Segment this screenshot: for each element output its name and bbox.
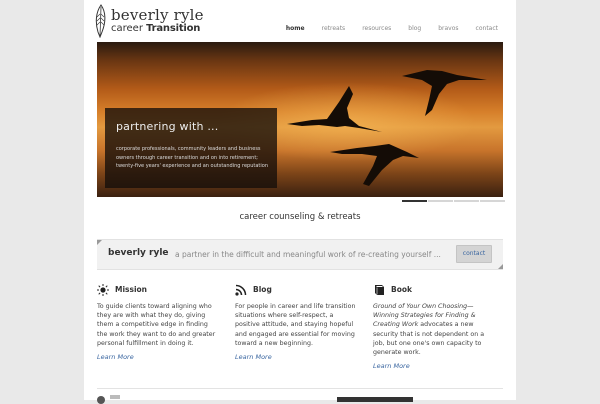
blog-text: For people in career and life transition… <box>235 303 356 347</box>
hero-caption: partnering with ... corporate profession… <box>105 108 277 188</box>
mission-learn-more-link[interactable]: Learn More <box>97 353 219 361</box>
partial-icon <box>97 396 105 404</box>
callout-message: a partner in the difficult and meaningfu… <box>175 250 441 259</box>
callout-bar: beverly ryle a partner in the difficult … <box>97 239 503 270</box>
rss-icon <box>235 284 247 296</box>
brand-name: beverly ryle <box>111 6 204 24</box>
book-column: Book Ground of Your Own Choosing—Winning… <box>373 283 495 370</box>
mission-column: Mission To guide clients toward aligning… <box>97 283 219 361</box>
slide-indicator-2[interactable] <box>428 200 453 202</box>
nav-blog[interactable]: blog <box>408 25 421 32</box>
partial-heading <box>110 395 120 399</box>
book-learn-more-link[interactable]: Learn More <box>373 362 495 370</box>
page: beverly ryle career Transition home retr… <box>84 0 516 404</box>
contact-button[interactable]: contact <box>456 245 492 263</box>
mission-text: To guide clients toward aligning who the… <box>97 303 216 347</box>
blog-learn-more-link[interactable]: Learn More <box>235 353 357 361</box>
slide-indicator-1[interactable] <box>402 200 427 202</box>
blog-column: Blog For people in career and life trans… <box>235 283 357 361</box>
callout-name: beverly ryle <box>108 248 169 258</box>
nav-contact[interactable]: contact <box>476 25 498 32</box>
blog-title: Blog <box>253 285 272 294</box>
mission-title: Mission <box>115 285 148 294</box>
hero-heading: partnering with ... <box>116 120 219 133</box>
corner-fold <box>498 264 503 269</box>
feather-icon <box>95 4 106 38</box>
book-title: Book <box>391 285 413 294</box>
logo[interactable]: beverly ryle career Transition <box>94 4 204 38</box>
nav-resources[interactable]: resources <box>362 25 391 32</box>
slide-indicator-3[interactable] <box>454 200 479 202</box>
slider-pager <box>402 200 506 202</box>
nav-bravos[interactable]: bravos <box>438 25 458 32</box>
corner-fold <box>97 240 102 245</box>
slide-indicator-4[interactable] <box>480 200 505 202</box>
brand-subtitle: career Transition <box>111 23 201 34</box>
book-icon <box>375 284 384 295</box>
nav-home[interactable]: home <box>286 25 305 32</box>
sun-icon <box>97 283 109 296</box>
divider <box>97 388 503 389</box>
hero-slider[interactable]: partnering with ... corporate profession… <box>97 42 503 197</box>
hero-body: corporate professionals, community leade… <box>116 146 268 169</box>
book-text: Ground of Your Own Choosing—Winning Stra… <box>373 302 495 357</box>
main-nav: home retreats resources blog bravos cont… <box>269 25 498 32</box>
tagline: career counseling & retreats <box>239 212 361 222</box>
nav-retreats[interactable]: retreats <box>322 25 346 32</box>
